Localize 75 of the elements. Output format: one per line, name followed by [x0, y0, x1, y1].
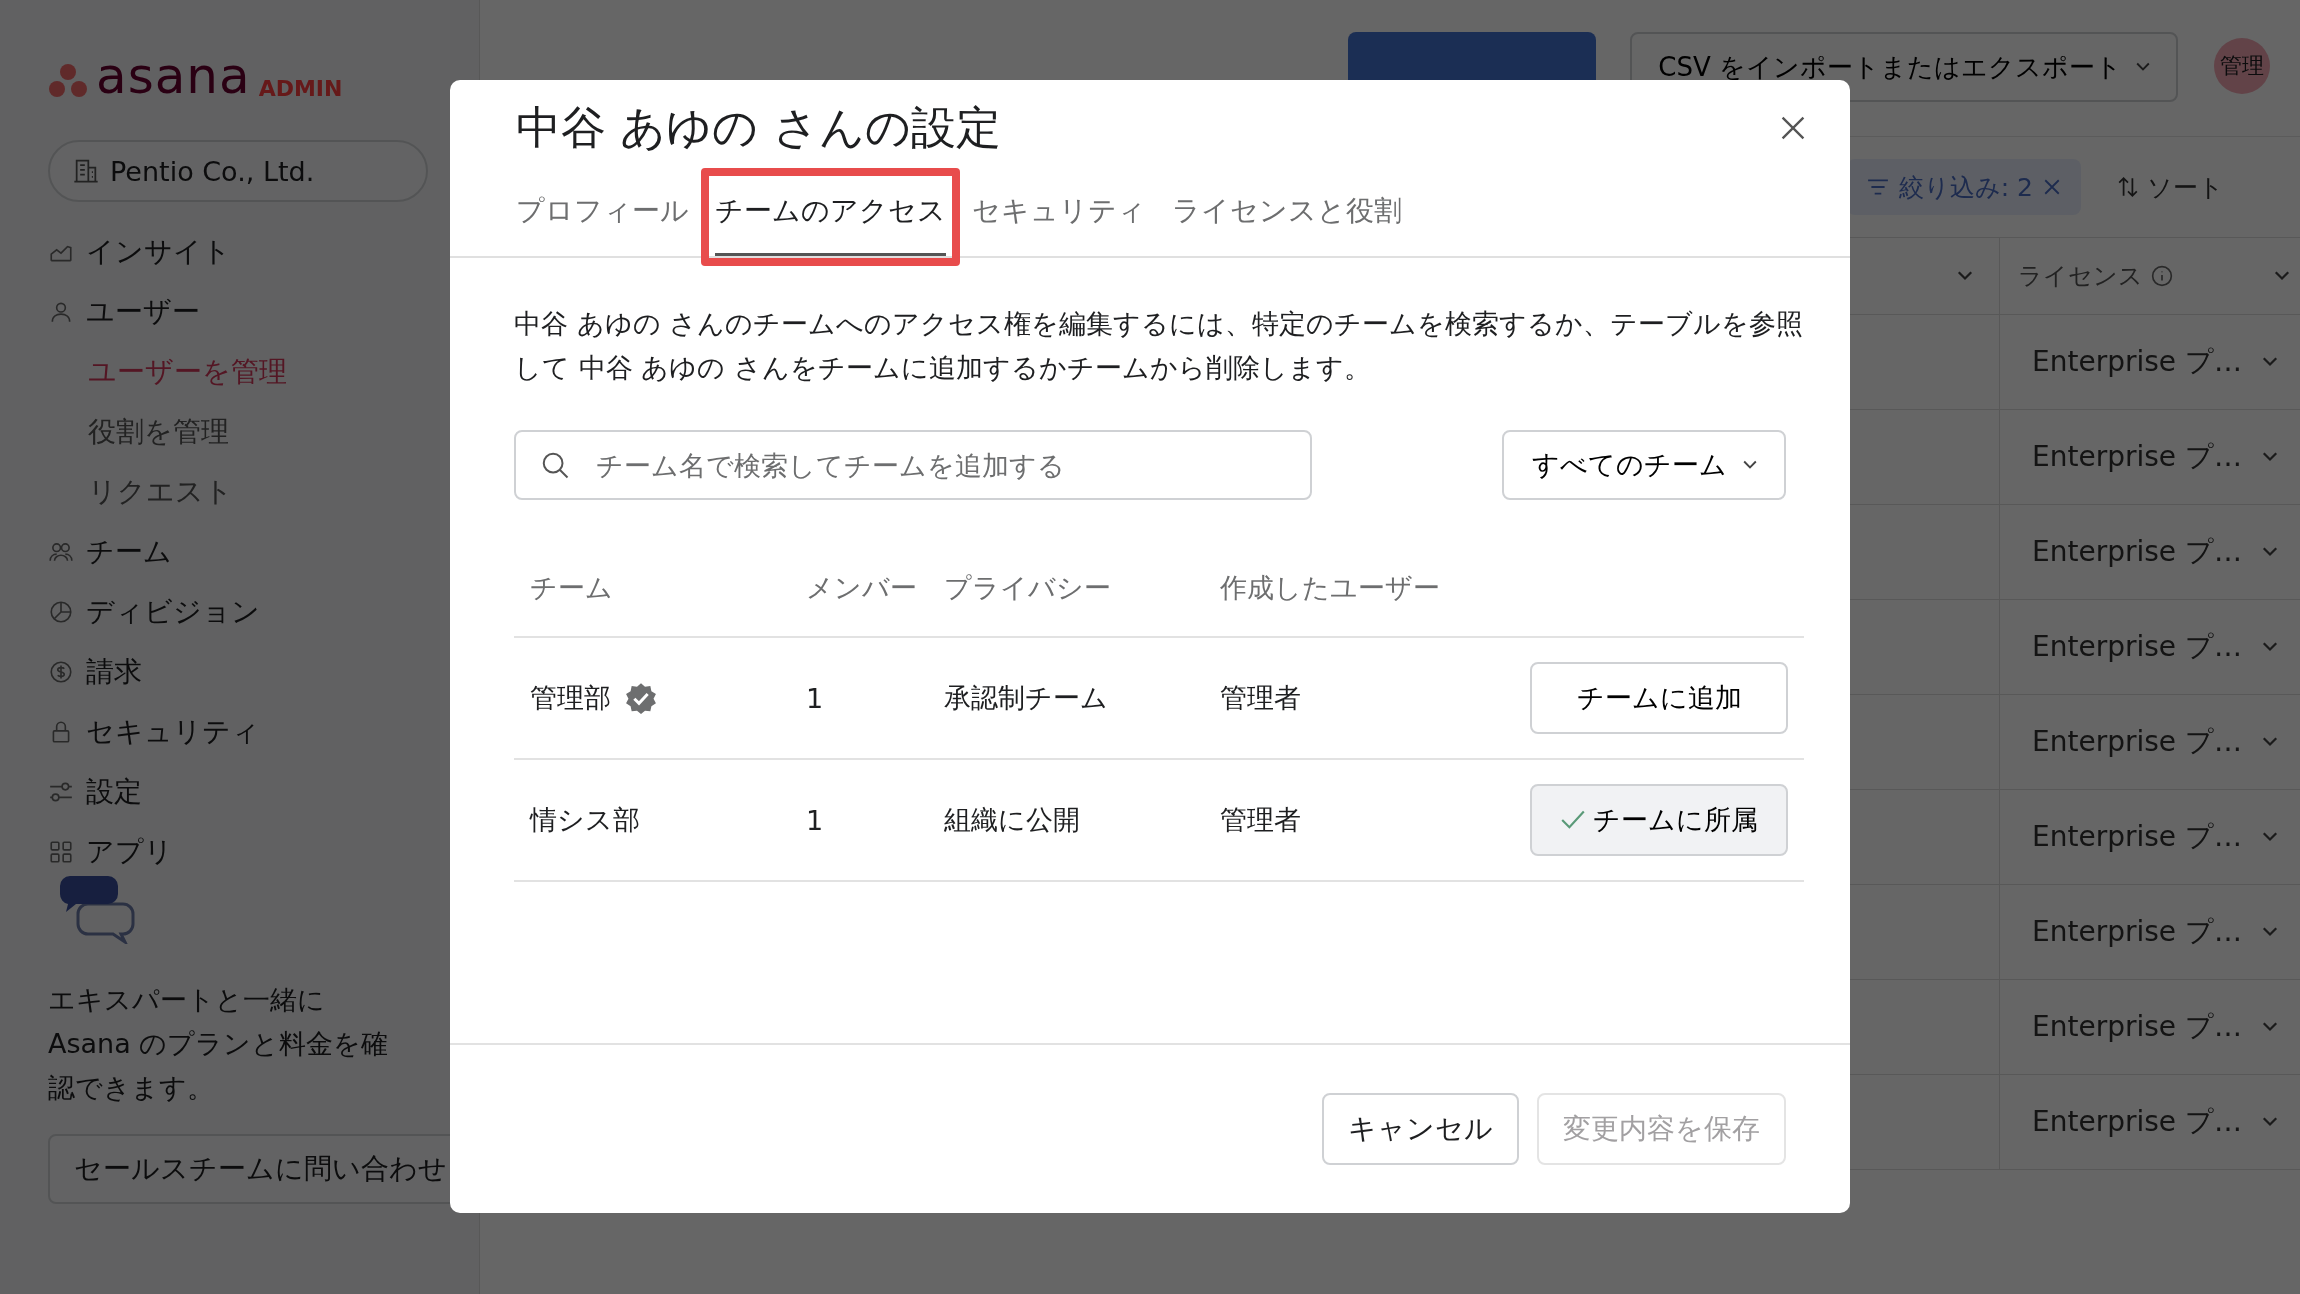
- team-name: 管理部: [530, 681, 611, 715]
- logo-wordmark: asana: [96, 51, 251, 101]
- table-cell-text: 管理者: [1220, 803, 1302, 837]
- description-text: 中谷 あゆの さんのチームへのアクセス権を編集するには、特定のチームを検索するか、テーブルを参照して 中谷 あゆの さんをチームに追加するかチームから削除します。: [514, 307, 1804, 385]
- dialog-title: 中谷 あゆの さんの設定: [516, 100, 1002, 156]
- license-cell-text: Enterprise プ…: [2032, 344, 2242, 380]
- nav-subitem[interactable]: リクエスト: [48, 462, 479, 522]
- nav-subitem[interactable]: ユーザーを管理: [48, 342, 479, 402]
- nav-item[interactable]: インサイト: [48, 222, 479, 282]
- license-cell-text: Enterprise プ…: [2032, 534, 2242, 570]
- chevron-down-icon[interactable]: [1957, 271, 1973, 281]
- nav-item[interactable]: 請求: [48, 642, 479, 702]
- close-icon: [2043, 178, 2061, 196]
- license-cell-text: Enterprise プ…: [2032, 1104, 2242, 1140]
- admin-label: ADMIN: [258, 75, 343, 101]
- nav-item[interactable]: セキュリティ: [48, 702, 479, 762]
- member-button[interactable]: チームに所属: [1530, 784, 1788, 856]
- search-field[interactable]: チーム名で検索してチームを追加する: [514, 430, 1312, 500]
- tab[interactable]: プロフィール: [516, 176, 689, 256]
- chevron-down-icon[interactable]: [2262, 832, 2278, 842]
- tab[interactable]: チームのアクセス: [715, 176, 946, 256]
- grid-icon: [48, 839, 74, 865]
- table-cell-text: 承認制チーム: [944, 681, 1109, 715]
- license-cell-text: Enterprise プ…: [2032, 439, 2242, 475]
- license-cell-text: Enterprise プ…: [2032, 1009, 2242, 1045]
- nav-subitem[interactable]: 役割を管理: [48, 402, 479, 462]
- chevron-down-icon[interactable]: [2262, 547, 2278, 557]
- add-team-button[interactable]: チームに追加: [1530, 662, 1788, 734]
- chevron-down-icon[interactable]: [2262, 927, 2278, 937]
- chat-bubbles-icon: [58, 874, 138, 944]
- column-header: ライセンス: [2018, 261, 2143, 292]
- column-header: メンバー: [806, 571, 918, 605]
- license-cell-text: Enterprise プ…: [2032, 629, 2242, 665]
- sort-button[interactable]: ソート: [2111, 169, 2230, 205]
- nav-item[interactable]: ディビジョン: [48, 582, 479, 642]
- license-cell-text: Enterprise プ…: [2032, 914, 2242, 950]
- table-cell-text: 1: [806, 804, 825, 836]
- nav-item[interactable]: アプリ: [48, 822, 479, 882]
- info-icon: [2151, 265, 2173, 287]
- filter-icon: [1866, 178, 1889, 196]
- nav-item[interactable]: ユーザー: [48, 282, 479, 342]
- column-header: チーム: [530, 571, 614, 605]
- nav-item[interactable]: 設定: [48, 762, 479, 822]
- chevron-down-icon[interactable]: [2262, 642, 2278, 652]
- avatar[interactable]: 管理: [2214, 38, 2270, 94]
- column-header: 作成したユーザー: [1220, 571, 1441, 605]
- table-cell-text: 1: [806, 682, 825, 714]
- cancel-button[interactable]: キャンセル: [1322, 1093, 1519, 1165]
- chevron-down-icon: [1742, 460, 1757, 470]
- tab[interactable]: セキュリティ: [972, 176, 1146, 256]
- promo-text: エキスパートと一緒に Asana のプランと料金を確認できます。: [48, 983, 390, 1105]
- chevron-down-icon[interactable]: [2262, 1022, 2278, 1032]
- search-icon: [540, 450, 570, 480]
- building-icon: [72, 157, 100, 185]
- column-header: プライバシー: [944, 571, 1112, 605]
- license-cell-text: Enterprise プ…: [2032, 724, 2242, 760]
- nav-item[interactable]: チーム: [48, 522, 479, 582]
- team-filter-dropdown[interactable]: すべてのチーム: [1502, 430, 1786, 500]
- logo-dots-icon: [48, 63, 88, 99]
- check-icon: [1560, 810, 1585, 830]
- chevron-down-icon[interactable]: [2274, 271, 2290, 281]
- chevron-down-icon[interactable]: [2262, 452, 2278, 462]
- chevron-down-icon[interactable]: [2262, 1117, 2278, 1127]
- license-cell-text: Enterprise プ…: [2032, 819, 2242, 855]
- dollar-icon: [48, 659, 74, 685]
- sort-icon: [2117, 176, 2139, 198]
- team-name: 情シス部: [530, 803, 640, 837]
- tab[interactable]: ライセンスと役割: [1172, 176, 1402, 256]
- table-cell-text: 管理者: [1220, 681, 1302, 715]
- chevron-down-icon: [2136, 62, 2150, 72]
- table-cell-text: 組織に公開: [944, 803, 1081, 837]
- chevron-down-icon[interactable]: [2262, 357, 2278, 367]
- chevron-down-icon[interactable]: [2262, 737, 2278, 747]
- workspace-selector[interactable]: Pentio Co., Ltd.: [48, 140, 428, 202]
- pie-chart-icon: [48, 599, 74, 625]
